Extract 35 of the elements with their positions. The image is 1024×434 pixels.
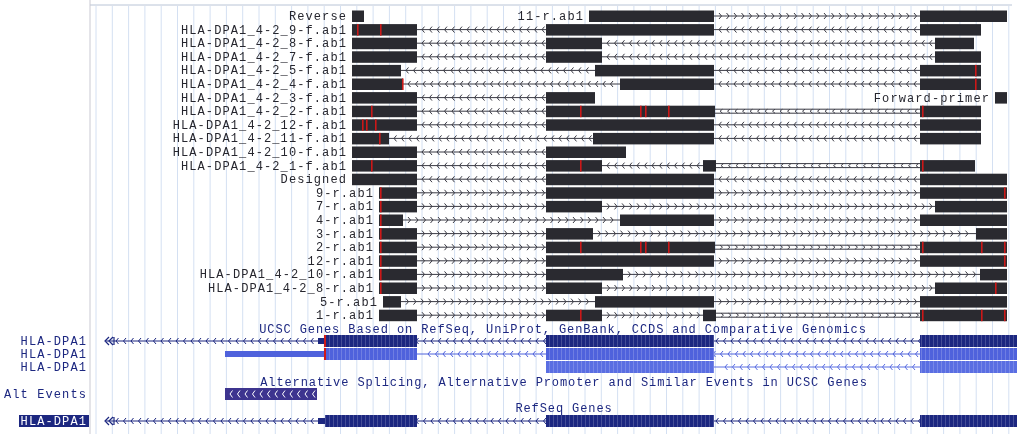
track-label[interactable]: HLA-DPA1: [20, 361, 87, 375]
read-label: 12-r.ab1: [307, 254, 374, 269]
track-title: UCSC Genes Based on RefSeq, UniProt, GenBank, CCDS and Comparative Genomics: [259, 323, 867, 337]
track-label[interactable]: Alt Events: [4, 388, 87, 402]
track-title: RefSeq Genes: [515, 402, 613, 416]
read-label: 7-r.ab1: [315, 200, 374, 215]
track-label[interactable]: HLA-DPA1: [20, 335, 87, 349]
read-label: 5-r.ab1: [319, 295, 378, 310]
alignment-drawing: [995, 92, 1007, 104]
read-label: 1-r.ab1: [315, 309, 374, 324]
read-label: 2-r.ab1: [315, 241, 374, 256]
read-label: HLA-DPA1_4-2_12-f.ab1: [172, 118, 347, 133]
read-label: HLA-DPA1_4-2_8-f.ab1: [180, 37, 347, 52]
read-label: HLA-DPA1_4-2_10-f.ab1: [172, 146, 347, 160]
alignment-drawing: [352, 10, 364, 22]
read-label: 3-r.ab1: [315, 227, 374, 242]
read-label: Forward-primer: [873, 91, 990, 106]
read-label: HLA-DPA1_4-2_9-f.ab1: [180, 23, 347, 38]
read-label: HLA-DPA1_4-2_11-f.ab1: [172, 132, 347, 147]
read-label: Reverse: [288, 10, 347, 24]
track-title: Alternative Splicing, Alternative Promoter and Similar Events in UCSC Genes: [260, 376, 868, 390]
read-label: 4-r.ab1: [315, 214, 374, 228]
read-label: HLA-DPA1_4-2_5-f.ab1: [180, 64, 347, 79]
read-label: HLA-DPA1_4-2_3-f.ab1: [180, 91, 347, 106]
track-label[interactable]: HLA-DPA1: [20, 348, 87, 362]
read-label: 9-r.ab1: [315, 186, 374, 201]
read-label: HLA-DPA1_4-2_2-f.ab1: [180, 105, 347, 120]
read-label: HLA-DPA1_4-2_7-f.ab1: [180, 50, 347, 65]
read-label: HLA-DPA1_4-2_10-r.ab1: [199, 268, 374, 283]
read-label: Designed: [280, 173, 347, 188]
track-label[interactable]: HLA-DPA1: [19, 415, 89, 429]
read-label: HLA-DPA1_4-2_8-r.ab1: [207, 282, 374, 296]
read-label: HLA-DPA1_4-2_4-f.ab1: [180, 78, 347, 92]
read-label: HLA-DPA1_4-2_1-f.ab1: [180, 159, 347, 174]
read-label: 11-r.ab1: [517, 10, 584, 24]
